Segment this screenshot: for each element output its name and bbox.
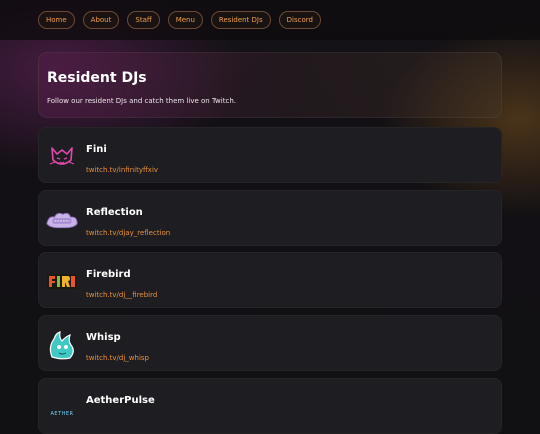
dj-name: AetherPulse — [86, 395, 155, 406]
dj-name: Whisp — [86, 332, 121, 343]
nav-discord[interactable]: Discord — [278, 11, 321, 29]
dj-name: Fini — [86, 144, 107, 155]
dj-card-firebird: Firebird twitch.tv/dj__firebird — [38, 252, 502, 308]
aetherpulse-logo-icon: AETHER — [45, 397, 79, 431]
firebird-logo-icon — [45, 265, 79, 299]
page-subtitle: Follow our resident DJs and catch them l… — [47, 97, 236, 105]
dj-card-aetherpulse: AETHER AetherPulse — [38, 378, 502, 434]
nav-menu[interactable]: Menu — [167, 11, 203, 29]
dj-name: Reflection — [86, 207, 143, 218]
hero-banner: Resident DJs Follow our resident DJs and… — [38, 52, 502, 118]
page-title: Resident DJs — [47, 70, 147, 86]
dj-card-reflection: Reflection twitch.tv/djay_reflection — [38, 190, 502, 246]
dj-name: Firebird — [86, 269, 131, 280]
top-navigation: Home About Staff Menu Resident DJs Disco… — [0, 0, 540, 40]
dj-card-whisp: Whisp twitch.tv/dj_whisp — [38, 315, 502, 371]
dj-twitch-link[interactable]: twitch.tv/djay_reflection — [86, 229, 170, 237]
aetherpulse-logo-text: AETHER — [50, 411, 74, 417]
dj-twitch-link[interactable]: twitch.tv/infinityffxiv — [86, 166, 158, 174]
dj-twitch-link[interactable]: twitch.tv/dj__firebird — [86, 291, 157, 299]
nav-about[interactable]: About — [82, 11, 120, 29]
dj-twitch-link[interactable]: twitch.tv/dj_whisp — [86, 354, 149, 362]
nav-resident-djs[interactable]: Resident DJs — [210, 11, 271, 29]
nav-home[interactable]: Home — [38, 11, 75, 29]
whisp-logo-icon — [45, 328, 79, 362]
cat-logo-icon — [45, 140, 79, 174]
dj-card-fini: Fini twitch.tv/infinityffxiv — [38, 127, 502, 183]
reflection-logo-icon — [45, 203, 79, 237]
nav-staff[interactable]: Staff — [127, 11, 160, 29]
